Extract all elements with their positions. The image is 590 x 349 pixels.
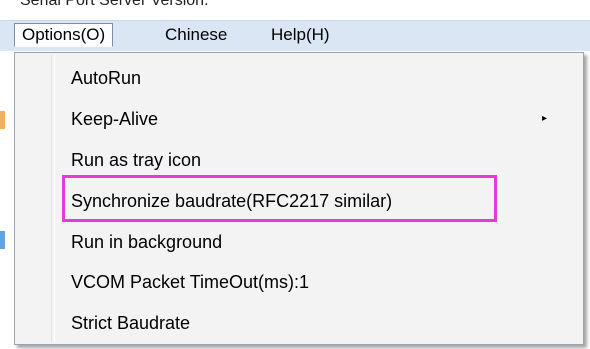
menu-help[interactable]: Help(H) [264, 23, 337, 47]
menu-options[interactable]: Options(O) [14, 23, 114, 47]
background-edge-mark [0, 111, 5, 129]
submenu-arrow-icon: ▸ [541, 113, 547, 124]
menu-bar: Options(O) Chinese Help(H) [0, 20, 590, 51]
menu-item-synchronize-baudrate[interactable]: Synchronize baudrate(RFC2217 similar) [71, 185, 392, 217]
menu-item-strict-baudrate[interactable]: Strict Baudrate [71, 307, 190, 339]
menu-item-keep-alive[interactable]: Keep-Alive ▸ [71, 103, 561, 135]
window-title-bar: Serial Port Server Version. [0, 0, 590, 20]
options-dropdown-menu: AutoRun Keep-Alive ▸ Run as tray icon Sy… [14, 52, 584, 345]
menu-item-autorun[interactable]: AutoRun [71, 62, 141, 94]
menu-icon-gutter [51, 55, 55, 342]
background-window-edge [0, 51, 6, 349]
menu-item-label: Keep-Alive [71, 109, 159, 129]
window-title: Serial Port Server Version. [20, 0, 209, 9]
menu-item-run-in-background[interactable]: Run in background [71, 226, 222, 258]
menu-chinese[interactable]: Chinese [158, 23, 234, 47]
menu-item-run-as-tray-icon[interactable]: Run as tray icon [71, 144, 201, 176]
menu-item-vcom-packet-timeout[interactable]: VCOM Packet TimeOut(ms):1 [71, 266, 309, 298]
background-edge-mark [0, 231, 5, 249]
